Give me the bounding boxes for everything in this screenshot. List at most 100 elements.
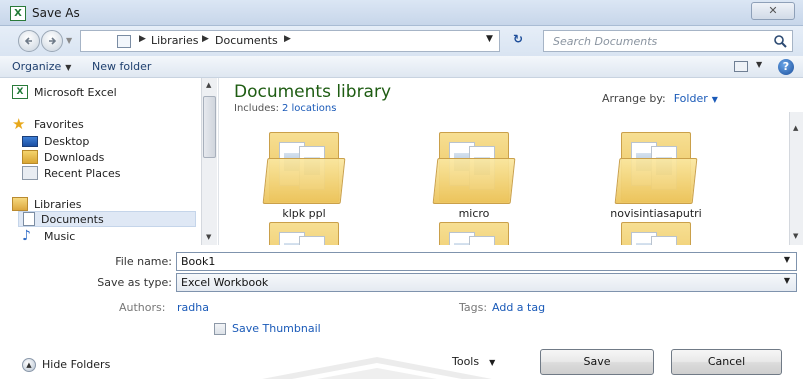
recent-places-icon <box>22 166 38 180</box>
document-preview <box>299 236 325 245</box>
organize-menu[interactable]: Organize ▼ <box>12 60 71 73</box>
chevron-down-icon[interactable]: ▼ <box>784 255 790 264</box>
nav-item-documents[interactable]: Documents <box>18 211 196 227</box>
arrange-label: Arrange by: <box>602 92 666 105</box>
search-input[interactable]: Search Documents <box>553 35 657 48</box>
save-as-type-dropdown[interactable]: Excel Workbook ▼ <box>176 273 797 292</box>
title-bar: Save As ✕ <box>0 0 803 26</box>
save-button[interactable]: Save <box>540 349 654 375</box>
tags-value[interactable]: Add a tag <box>492 301 545 314</box>
file-name-value[interactable]: Book1 <box>181 255 215 268</box>
scroll-down-icon[interactable]: ▼ <box>793 232 798 240</box>
search-icon[interactable] <box>772 33 788 49</box>
scrollbar-thumb[interactable] <box>203 96 216 158</box>
star-icon: ★ <box>12 115 26 133</box>
downloads-icon <box>22 150 38 164</box>
content-scrollbar[interactable]: ▲ ▼ <box>789 112 803 245</box>
new-folder-button[interactable]: New folder <box>92 60 151 73</box>
address-bar[interactable]: ▶ Libraries ▶ Documents ▶ ▼ <box>80 30 500 52</box>
folder-icon[interactable] <box>433 218 515 245</box>
nav-item-label: Favorites <box>34 117 84 131</box>
authors-value[interactable]: radha <box>177 301 209 314</box>
file-list-pane: Documents library Includes: 2 locations A… <box>218 78 803 245</box>
chevron-right-icon[interactable]: ▶ <box>284 34 291 44</box>
navigation-scrollbar[interactable]: ▲ ▼ <box>201 78 217 245</box>
nav-item-favorites[interactable]: ★ Favorites <box>12 116 84 132</box>
recent-pages-dropdown[interactable]: ▼ <box>66 36 72 45</box>
chevron-down-icon: ▼ <box>489 358 496 367</box>
library-title: Documents library <box>234 82 392 102</box>
forward-arrow-icon <box>49 37 57 45</box>
folder-icon[interactable] <box>615 218 697 245</box>
folder-front <box>614 158 698 204</box>
change-view-icon[interactable] <box>734 61 748 72</box>
scroll-up-icon[interactable]: ▲ <box>206 81 211 89</box>
help-icon[interactable]: ? <box>778 59 794 75</box>
close-button[interactable]: ✕ <box>751 2 795 20</box>
file-name-field[interactable]: Book1 ▼ <box>176 252 797 271</box>
save-form: File name: Book1 ▼ Save as type: Excel W… <box>0 245 803 379</box>
breadcrumb-documents[interactable]: Documents <box>215 34 278 47</box>
chevron-up-icon[interactable]: ▲ <box>22 358 36 372</box>
file-name-label: File name: <box>115 255 172 268</box>
nav-item-downloads[interactable]: Downloads <box>22 149 104 165</box>
chevron-right-icon[interactable]: ▶ <box>202 34 209 44</box>
tools-menu[interactable]: Tools ▼ <box>452 355 495 368</box>
nav-item-label: Microsoft Excel <box>34 85 117 99</box>
view-options-dropdown[interactable]: ▼ <box>756 60 762 69</box>
nav-item-recent-places[interactable]: Recent Places <box>22 165 121 181</box>
folder-front <box>432 158 516 204</box>
forward-button[interactable] <box>41 30 63 52</box>
arrange-by: Arrange by: Folder ▼ <box>602 92 718 105</box>
folder-icon[interactable] <box>263 218 345 245</box>
library-icon <box>117 35 131 48</box>
tools-label: Tools <box>452 355 480 368</box>
back-button[interactable] <box>18 30 40 52</box>
folder-front <box>262 158 346 204</box>
locations-link[interactable]: 2 locations <box>282 103 336 114</box>
documents-icon <box>23 212 35 226</box>
nav-item-libraries[interactable]: Libraries <box>12 196 82 212</box>
address-row: ▼ ▶ Libraries ▶ Documents ▶ ▼ ↻ Search D… <box>0 26 803 56</box>
document-preview <box>651 236 677 245</box>
save-thumbnail-label[interactable]: Save Thumbnail <box>232 322 321 335</box>
desktop-icon <box>22 135 38 147</box>
includes-label: Includes: <box>234 103 279 114</box>
nav-item-microsoft-excel[interactable]: X Microsoft Excel <box>12 84 117 100</box>
nav-item-label: Music <box>44 229 76 243</box>
address-dropdown[interactable]: ▼ <box>486 34 493 44</box>
arrange-by-dropdown[interactable]: Folder <box>674 92 708 105</box>
save-as-type-label: Save as type: <box>97 276 172 289</box>
scroll-down-icon[interactable]: ▼ <box>206 233 211 241</box>
organize-label: Organize <box>12 60 62 73</box>
tags-label: Tags: <box>459 301 488 314</box>
excel-icon: X <box>12 85 28 99</box>
scroll-up-icon[interactable]: ▲ <box>793 124 798 132</box>
chevron-down-icon[interactable]: ▼ <box>784 276 790 285</box>
navigation-pane: X Microsoft Excel ★ Favorites Desktop Do… <box>0 78 218 245</box>
search-box[interactable]: Search Documents <box>543 30 793 52</box>
hide-folders-button[interactable]: Hide Folders <box>42 358 110 371</box>
save-thumbnail-checkbox[interactable] <box>214 323 226 335</box>
nav-item-label: Documents <box>41 212 104 226</box>
cancel-button[interactable]: Cancel <box>671 349 782 375</box>
nav-item-desktop[interactable]: Desktop <box>22 133 89 149</box>
folder-icon[interactable] <box>432 128 516 206</box>
save-as-type-value: Excel Workbook <box>181 276 269 289</box>
nav-item-label: Desktop <box>44 134 90 148</box>
chevron-down-icon[interactable]: ▼ <box>712 95 718 104</box>
authors-label: Authors: <box>119 301 166 314</box>
refresh-icon[interactable]: ↻ <box>505 32 531 50</box>
back-arrow-icon <box>24 37 32 45</box>
nav-item-music[interactable]: ♪ Music <box>22 228 75 244</box>
folder-icon[interactable] <box>614 128 698 206</box>
breadcrumb-libraries[interactable]: Libraries <box>151 34 199 47</box>
document-preview <box>469 236 495 245</box>
excel-icon <box>10 6 26 21</box>
chevron-right-icon[interactable]: ▶ <box>139 34 146 44</box>
folder-icon[interactable] <box>262 128 346 206</box>
chevron-down-icon: ▼ <box>65 63 72 72</box>
nav-item-label: Recent Places <box>44 166 121 180</box>
nav-item-label: Libraries <box>34 197 82 211</box>
library-includes: Includes: 2 locations <box>234 103 336 114</box>
